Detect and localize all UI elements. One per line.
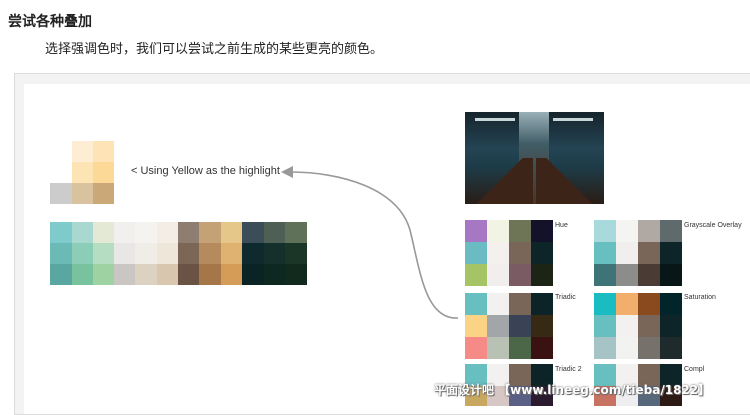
triadic-2-label: Triadic 2 (555, 366, 582, 373)
hue-label: Hue (555, 222, 568, 229)
escalator-photo (465, 112, 604, 204)
compl-label: Compl (684, 366, 705, 373)
grayscale-overlay-label: Grayscale Overlay (684, 222, 742, 229)
saturation-label: Saturation (684, 294, 716, 301)
triadic-label: Triadic (555, 294, 576, 301)
site-watermark: 平面设计吧 【www.lineeg.com/tieba/1822】 (434, 383, 711, 397)
